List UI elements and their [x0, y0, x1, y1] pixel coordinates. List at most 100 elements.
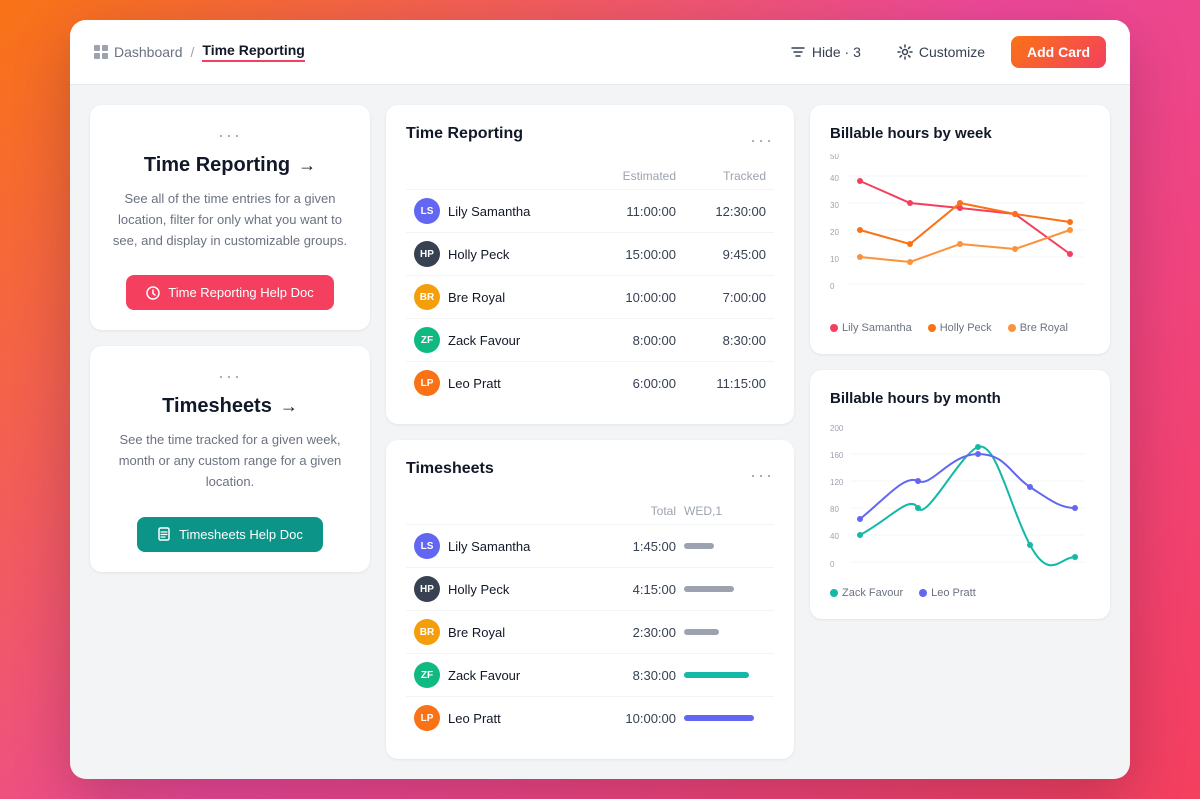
gear-icon	[897, 44, 913, 60]
timesheets-help-button[interactable]: Timesheets Help Doc	[137, 517, 323, 552]
svg-text:40: 40	[830, 532, 839, 541]
middle-column: Time Reporting ··· Estimated Tracked LS …	[386, 105, 794, 759]
user-cell: LP Leo Pratt	[414, 370, 576, 396]
bar-cell	[676, 586, 766, 592]
legend-lily: Lily Samantha	[830, 322, 912, 334]
estimated-time: 10:00:00	[576, 290, 676, 305]
svg-text:20: 20	[830, 228, 839, 237]
svg-text:120: 120	[830, 478, 844, 487]
time-reporting-help-button[interactable]: Time Reporting Help Doc	[126, 275, 333, 310]
table-row: ZF Zack Favour 8:00:00 8:30:00	[406, 318, 774, 361]
avatar: ZF	[414, 327, 440, 353]
table-row: LP Leo Pratt 6:00:00 11:15:00	[406, 361, 774, 404]
user-name: Bre Royal	[448, 625, 505, 640]
svg-text:160: 160	[830, 451, 844, 460]
time-reporting-info-title: Time Reporting →	[144, 154, 316, 177]
timesheets-table-menu[interactable]: ···	[750, 465, 774, 486]
bar-cell	[676, 543, 766, 549]
weekly-chart-legend: Lily Samantha Holly Peck Bre Royal	[830, 322, 1090, 334]
timesheets-info-title: Timesheets →	[162, 395, 298, 418]
user-name: Holly Peck	[448, 247, 509, 262]
table-row: ZF Zack Favour 8:30:00	[406, 653, 774, 696]
table-row: HP Holly Peck 15:00:00 9:45:00	[406, 232, 774, 275]
time-reporting-table-card: Time Reporting ··· Estimated Tracked LS …	[386, 105, 794, 424]
user-cell: LP Leo Pratt	[414, 705, 576, 731]
bar-cell	[676, 715, 766, 721]
legend-zack: Zack Favour	[830, 587, 903, 599]
nav-actions: Hide · 3 Customize Add Card	[780, 36, 1106, 68]
user-cell: LS Lily Samantha	[414, 198, 576, 224]
breadcrumb: Dashboard / Time Reporting	[94, 42, 305, 62]
total-time: 10:00:00	[576, 711, 676, 726]
tracked-time: 7:00:00	[676, 290, 766, 305]
customize-button[interactable]: Customize	[887, 38, 995, 66]
avatar: ZF	[414, 662, 440, 688]
dashboard-link[interactable]: Dashboard	[94, 44, 183, 60]
legend-bre: Bre Royal	[1008, 322, 1068, 334]
table-row: BR Bre Royal 2:30:00	[406, 610, 774, 653]
legend-holly: Holly Peck	[928, 322, 992, 334]
legend-dot-holly	[928, 324, 936, 332]
monthly-chart-legend: Zack Favour Leo Pratt	[830, 587, 1090, 599]
user-cell: HP Holly Peck	[414, 576, 576, 602]
table-row: HP Holly Peck 4:15:00	[406, 567, 774, 610]
time-reporting-table-menu[interactable]: ···	[750, 130, 774, 151]
timesheets-card-menu[interactable]: ···	[218, 366, 242, 387]
main-container: Dashboard / Time Reporting Hide · 3 Cust…	[70, 20, 1130, 779]
weekly-chart: 0 10 20 30 40 50 Week 6 W	[830, 154, 1090, 314]
bar-cell	[676, 672, 766, 678]
weekly-chart-svg: 0 10 20 30 40 50 Week 6 W	[830, 154, 1090, 294]
user-cell: ZF Zack Favour	[414, 327, 576, 353]
breadcrumb-separator: /	[191, 44, 195, 60]
hide-button[interactable]: Hide · 3	[780, 38, 871, 66]
time-bar	[684, 672, 749, 678]
user-cell: HP Holly Peck	[414, 241, 576, 267]
monthly-chart: 0 40 80 120 160 200 Jan F	[830, 419, 1090, 579]
total-time: 8:30:00	[576, 668, 676, 683]
tracked-time: 11:15:00	[676, 376, 766, 391]
user-cell: BR Bre Royal	[414, 284, 576, 310]
weekly-chart-title: Billable hours by week	[830, 125, 1090, 142]
timesheets-table-card: Timesheets ··· Total WED,1 LS Lily Saman…	[386, 440, 794, 759]
right-column: Billable hours by week 0 10 20 30 40 50	[810, 105, 1110, 759]
table-row: LS Lily Samantha 11:00:00 12:30:00	[406, 189, 774, 232]
top-nav: Dashboard / Time Reporting Hide · 3 Cust…	[70, 20, 1130, 85]
estimated-time: 15:00:00	[576, 247, 676, 262]
left-column: ··· Time Reporting → See all of the time…	[90, 105, 370, 759]
time-reporting-description: See all of the time entries for a given …	[110, 189, 350, 251]
tracked-time: 8:30:00	[676, 333, 766, 348]
time-bar	[684, 586, 734, 592]
clock-icon	[146, 286, 160, 300]
weekly-chart-card: Billable hours by week 0 10 20 30 40 50	[810, 105, 1110, 354]
content: ··· Time Reporting → See all of the time…	[70, 85, 1130, 779]
avatar: HP	[414, 576, 440, 602]
hide-icon	[790, 44, 806, 60]
user-name: Leo Pratt	[448, 376, 501, 391]
timesheets-table-body: LS Lily Samantha 1:45:00 HP Holly Peck 4…	[406, 524, 774, 739]
svg-text:30: 30	[830, 201, 839, 210]
user-name: Lily Samantha	[448, 204, 530, 219]
estimated-time: 8:00:00	[576, 333, 676, 348]
time-reporting-table-header: Estimated Tracked	[406, 163, 774, 189]
avatar: BR	[414, 619, 440, 645]
breadcrumb-current: Time Reporting	[202, 42, 304, 62]
avatar: LP	[414, 705, 440, 731]
bar-cell	[676, 629, 766, 635]
avatar: HP	[414, 241, 440, 267]
total-time: 4:15:00	[576, 582, 676, 597]
svg-text:0: 0	[830, 560, 835, 569]
time-reporting-card-menu[interactable]: ···	[218, 125, 242, 146]
estimated-time: 6:00:00	[576, 376, 676, 391]
time-reporting-info-card: ··· Time Reporting → See all of the time…	[90, 105, 370, 330]
svg-text:10: 10	[830, 255, 839, 264]
legend-leo: Leo Pratt	[919, 587, 976, 599]
user-name: Zack Favour	[448, 668, 520, 683]
tracked-time: 12:30:00	[676, 204, 766, 219]
grid-icon	[94, 45, 108, 59]
avatar: LP	[414, 370, 440, 396]
add-card-button[interactable]: Add Card	[1011, 36, 1106, 68]
estimated-time: 11:00:00	[576, 204, 676, 219]
svg-text:200: 200	[830, 424, 844, 433]
legend-dot-leo	[919, 589, 927, 597]
legend-dot-bre	[1008, 324, 1016, 332]
